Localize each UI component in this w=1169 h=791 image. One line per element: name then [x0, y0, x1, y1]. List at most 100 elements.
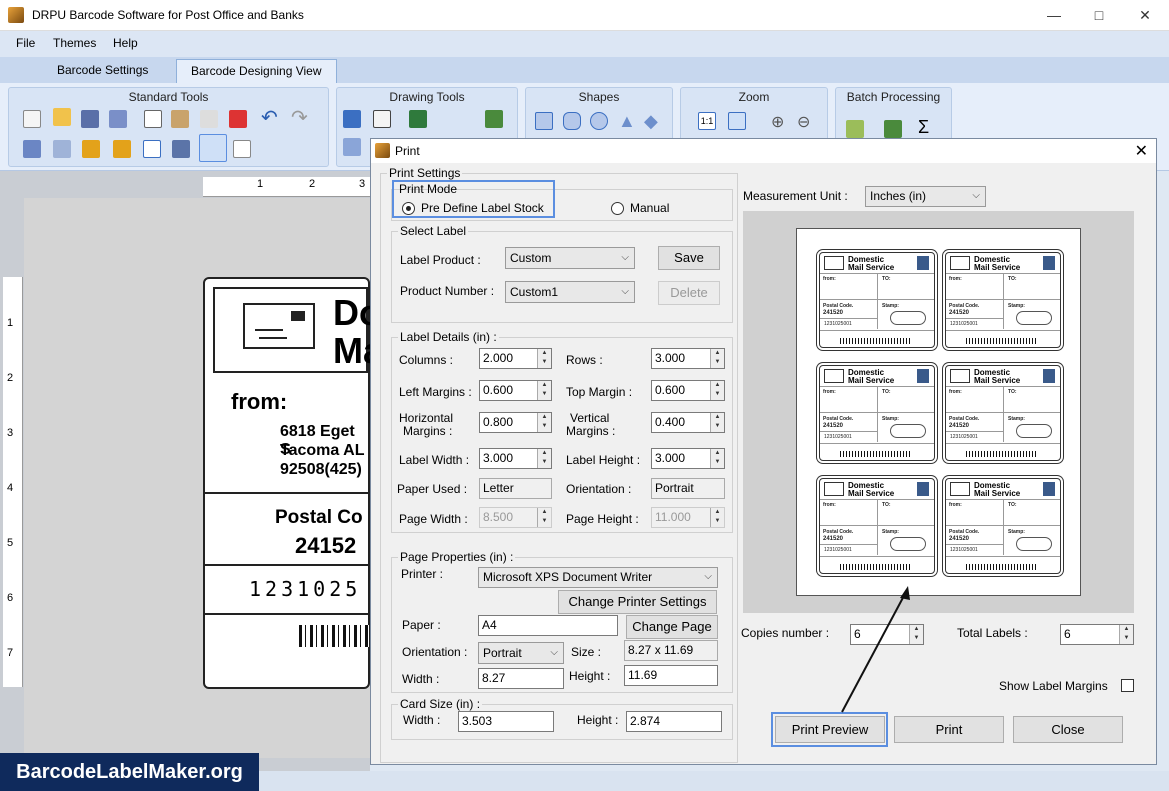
vertical-margins-spinner[interactable]: 0.400 ▲ ▼ [651, 412, 725, 433]
formula-icon[interactable]: Σ [918, 118, 936, 136]
open-icon[interactable] [53, 108, 71, 126]
triangle-icon[interactable]: ▲ [618, 112, 636, 130]
group-objects-icon[interactable] [23, 140, 41, 158]
batch-edit-icon[interactable] [846, 120, 864, 138]
columns-spinner[interactable]: 2.000 ▲ ▼ [479, 348, 552, 369]
page-width-field[interactable]: 8.27 [478, 668, 564, 689]
spinner-arrows-icon[interactable]: ▲ ▼ [537, 449, 551, 468]
zoom-out-icon[interactable]: ⊖ [797, 112, 815, 131]
group-title: Batch Processing [846, 90, 941, 104]
redo-icon[interactable]: ↷ [291, 108, 309, 128]
page-orientation-select[interactable]: Portrait ⌵ [478, 642, 564, 664]
preview-numbers: 1231025001 [950, 321, 978, 327]
text-icon[interactable] [343, 110, 361, 128]
spinner-arrows-icon[interactable]: ▲ ▼ [537, 349, 551, 368]
paste-icon[interactable] [171, 110, 189, 128]
new-icon[interactable] [23, 110, 41, 128]
menu-themes[interactable]: Themes [53, 36, 96, 50]
spinner-arrows-icon[interactable]: ▲ ▼ [710, 413, 724, 432]
close-icon[interactable]: ✕ [1135, 6, 1155, 24]
spinner-arrows-icon[interactable]: ▲ ▼ [710, 349, 724, 368]
tab-barcode-designing-view[interactable]: Barcode Designing View [176, 59, 337, 83]
actual-size-icon[interactable]: 1:1 [698, 112, 716, 130]
dialog-close-icon[interactable]: ✕ [1135, 141, 1148, 161]
radio-manual-label: Manual [630, 201, 670, 215]
change-page-button[interactable]: Change Page [626, 615, 718, 639]
export-icon[interactable] [233, 140, 251, 158]
printer-select[interactable]: Microsoft XPS Document Writer ⌵ [478, 567, 718, 588]
left-margins-spinner[interactable]: 0.600 ▲ ▼ [479, 380, 552, 401]
menu-file[interactable]: File [16, 36, 35, 50]
total-labels-spinner[interactable]: 6 ▲ ▼ [1060, 624, 1134, 645]
cut-icon[interactable] [200, 110, 218, 128]
preview-postal: Postal Code. [949, 303, 980, 309]
ellipse-icon[interactable] [590, 112, 608, 130]
spinner-arrows-icon[interactable]: ▲ ▼ [710, 449, 724, 468]
menu-help[interactable]: Help [113, 36, 138, 50]
fit-to-window-icon[interactable] [728, 112, 746, 130]
pen-icon[interactable] [373, 110, 391, 128]
tab-barcode-settings[interactable]: Barcode Settings [43, 59, 162, 83]
label-product-select[interactable]: Custom ⌵ [505, 247, 635, 269]
grid-icon[interactable] [143, 140, 161, 158]
change-printer-settings-button[interactable]: Change Printer Settings [558, 590, 717, 614]
horizontal-margins-spinner[interactable]: 0.800 ▲ ▼ [479, 412, 552, 433]
label-address-line: 92508(425) [280, 461, 362, 478]
label-width-spinner[interactable]: 3.000 ▲ ▼ [479, 448, 552, 469]
label-height-value: 3.000 [655, 451, 686, 465]
radio-predefine-label-stock[interactable] [402, 202, 415, 215]
rectangle-icon[interactable] [535, 112, 553, 130]
card-width-field[interactable]: 3.503 [458, 711, 554, 732]
measurement-unit-value: Inches (in) [870, 189, 927, 203]
print-button[interactable]: Print [894, 716, 1004, 743]
close-button[interactable]: Close [1013, 716, 1123, 743]
image-library-icon[interactable] [485, 110, 503, 128]
diamond-icon[interactable]: ◆ [644, 112, 662, 130]
radio-manual[interactable] [611, 202, 624, 215]
spinner-arrows-icon[interactable]: ▲ ▼ [537, 413, 551, 432]
spinner-arrows-icon[interactable]: ▲ ▼ [710, 381, 724, 400]
preview-barcode [840, 564, 910, 570]
delete-label-button[interactable]: Delete [658, 281, 720, 305]
label-height-spinner[interactable]: 3.000 ▲ ▼ [651, 448, 725, 469]
delete-icon[interactable] [229, 110, 247, 128]
print-preview-button[interactable]: Print Preview [775, 716, 885, 743]
printer-value: Microsoft XPS Document Writer [483, 570, 653, 584]
star-icon[interactable] [343, 138, 361, 156]
stamp-icon [917, 482, 929, 496]
preview-from: from: [949, 502, 962, 508]
print-settings-legend: Print Settings [387, 166, 463, 180]
print-icon[interactable] [199, 134, 227, 162]
undo-icon[interactable]: ↶ [261, 108, 279, 128]
picture-icon[interactable] [409, 110, 427, 128]
maximize-icon[interactable]: □ [1089, 6, 1109, 24]
paper-field[interactable]: A4 [478, 615, 618, 636]
spinner-arrows-icon[interactable]: ▲ ▼ [537, 381, 551, 400]
spinner-arrows-icon[interactable]: ▲ ▼ [1119, 625, 1133, 644]
measurement-unit-label: Measurement Unit : [743, 189, 848, 203]
page-width-value: 8.500 [483, 510, 514, 524]
save-as-icon[interactable] [109, 110, 127, 128]
lock-icon[interactable] [82, 140, 100, 158]
product-number-select[interactable]: Custom1 ⌵ [505, 281, 635, 303]
copy-icon[interactable] [144, 110, 162, 128]
label-design[interactable]: Do Ma from: 6818 Eget S Tacoma AL 92508(… [203, 277, 383, 689]
ungroup-icon[interactable] [53, 140, 71, 158]
zoom-in-icon[interactable]: ⊕ [771, 112, 789, 131]
save-label-button[interactable]: Save [658, 246, 720, 270]
show-label-margins-checkbox[interactable] [1121, 679, 1134, 692]
app-title: DRPU Barcode Software for Post Office an… [32, 8, 304, 22]
minimize-icon[interactable]: — [1044, 6, 1064, 24]
rounded-rectangle-icon[interactable] [563, 112, 581, 130]
top-margin-spinner[interactable]: 0.600 ▲ ▼ [651, 380, 725, 401]
preview-title: Domestic Mail Service [974, 481, 1021, 498]
card-height-field[interactable]: 2.874 [626, 711, 722, 732]
measurement-unit-select[interactable]: Inches (in) ⌵ [865, 186, 986, 207]
page-height-field[interactable]: 11.69 [624, 665, 718, 686]
excel-icon[interactable] [884, 120, 902, 138]
save-icon[interactable] [81, 110, 99, 128]
rows-spinner[interactable]: 3.000 ▲ ▼ [651, 348, 725, 369]
properties-icon[interactable] [172, 140, 190, 158]
width-label: Width : [402, 672, 440, 686]
unlock-icon[interactable] [113, 140, 131, 158]
